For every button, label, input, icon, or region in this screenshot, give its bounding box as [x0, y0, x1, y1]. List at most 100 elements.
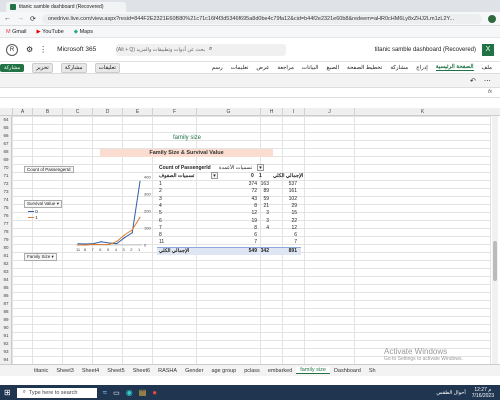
sheet-tab[interactable]: family size — [296, 367, 330, 374]
row-header-cell[interactable]: 72 — [0, 180, 12, 188]
file-explorer-icon[interactable]: ▤ — [139, 388, 147, 397]
share-green-button[interactable]: مشاركة — [0, 63, 25, 72]
row-header-cell[interactable]: 77 — [0, 220, 12, 228]
row-header-cell[interactable]: 90 — [0, 324, 12, 332]
row-header-cell[interactable]: 67 — [0, 140, 12, 148]
share-button[interactable]: مشاركة — [60, 62, 87, 73]
bookmark-maps[interactable]: ◆ Maps — [74, 29, 93, 35]
tab-review[interactable]: مراجعة — [277, 65, 294, 71]
row-header-cell[interactable]: 89 — [0, 316, 12, 324]
browser-tab[interactable]: titanic samble dashboard (Recovered) — [6, 2, 126, 12]
forward-icon[interactable]: → — [17, 15, 24, 22]
tab-help[interactable]: تعليمات — [231, 65, 249, 71]
tab-share[interactable]: مشاركة — [390, 65, 408, 71]
row-header-cell[interactable]: 88 — [0, 308, 12, 316]
profile-icon[interactable] — [488, 14, 496, 23]
edge-icon[interactable]: ◉ — [126, 388, 133, 397]
column-header-cell[interactable]: D — [92, 108, 122, 116]
url-field[interactable]: onedrive.live.com/view.aspx?resid=844F2E… — [41, 13, 482, 24]
column-header-cell[interactable]: C — [62, 108, 92, 116]
row-header-cell[interactable]: 85 — [0, 284, 12, 292]
tab-draw[interactable]: رسم — [212, 65, 223, 71]
sheet-tab[interactable]: Dashboard — [330, 368, 365, 374]
column-header-cell[interactable]: H — [260, 108, 282, 116]
row-header-cell[interactable]: 80 — [0, 244, 12, 252]
comments-button[interactable]: تعليقات — [94, 62, 120, 73]
column-header-cell[interactable]: K — [354, 108, 490, 116]
row-header-cell[interactable]: 87 — [0, 300, 12, 308]
tab-home[interactable]: الصفحة الرئيسية — [435, 64, 474, 71]
row-header-cell[interactable]: 94 — [0, 356, 12, 364]
clock[interactable]: 12:27 م 7/16/2023 — [472, 387, 494, 399]
row-header-cell[interactable]: 82 — [0, 260, 12, 268]
sheet-tab[interactable]: Sheet5 — [103, 368, 128, 374]
sheet-tab[interactable]: pclass — [240, 368, 264, 374]
row-header-cell[interactable]: 79 — [0, 236, 12, 244]
row-header-cell[interactable]: 69 — [0, 156, 12, 164]
search-box[interactable]: ⌕ بحث عن أدوات وتطبيقات والمزيد (Alt + Q… — [116, 43, 287, 56]
row-header-cell[interactable]: 84 — [0, 276, 12, 284]
weather-text[interactable]: أحوال الطقس — [436, 390, 465, 396]
app-launcher-icon[interactable]: ⋮ — [39, 45, 47, 54]
sheet-tab[interactable]: Gender — [181, 368, 207, 374]
bookmark-youtube[interactable]: ▶ YouTube — [37, 29, 64, 35]
sheet-tab[interactable]: Sh — [365, 368, 380, 374]
pivot-chart[interactable]: Count of PassengerId Survival Value ▾ 0 … — [20, 165, 152, 261]
tab-formulas[interactable]: الصيغ — [326, 65, 339, 71]
row-header-cell[interactable]: 71 — [0, 172, 12, 180]
tab-view[interactable]: عرض — [256, 65, 269, 71]
sheet-tab[interactable]: titanic — [30, 368, 52, 374]
row-header-cell[interactable]: 91 — [0, 332, 12, 340]
column-header-cell[interactable]: E — [122, 108, 152, 116]
pivot-table[interactable]: Count of PassengerId تسميات الأعمدة ▾ تس… — [157, 164, 303, 256]
chrome-icon[interactable]: ● — [152, 388, 157, 397]
document-title[interactable]: titanic samble dashboard (Recovered) — [375, 47, 476, 53]
scroll-thumb[interactable] — [493, 241, 497, 281]
editing-mode-button[interactable]: تحرير — [32, 62, 53, 73]
row-header-cell[interactable]: 76 — [0, 212, 12, 220]
taskbar-search[interactable]: ⌕ Type here to search — [16, 387, 97, 398]
row-header-cell[interactable]: 73 — [0, 188, 12, 196]
sheet-tab[interactable]: RASHA — [154, 368, 181, 374]
tab-insert[interactable]: إدراج — [416, 65, 428, 71]
account-avatar[interactable]: R — [6, 43, 18, 56]
windows-start-icon[interactable]: ⊞ — [4, 388, 11, 397]
tab-page-layout[interactable]: تخطيط الصفحة — [347, 65, 382, 71]
tab-data[interactable]: البيانات — [302, 65, 319, 71]
column-header-cell[interactable]: B — [32, 108, 62, 116]
formula-bar[interactable]: fx — [0, 88, 500, 98]
row-header-cell[interactable]: 83 — [0, 268, 12, 276]
row-header-cell[interactable]: 70 — [0, 164, 12, 172]
sheet-tab[interactable]: embarked — [264, 368, 296, 374]
sheet-tab[interactable]: age group — [207, 368, 240, 374]
row-header-cell[interactable]: 64 — [0, 116, 12, 124]
settings-icon[interactable]: ⚙ — [26, 45, 33, 54]
reload-icon[interactable]: ⟳ — [30, 15, 36, 23]
undo-icon[interactable]: ↶ — [470, 77, 476, 85]
row-header-cell[interactable]: 66 — [0, 132, 12, 140]
back-icon[interactable]: ← — [4, 15, 11, 22]
column-header-cell[interactable]: A — [12, 108, 32, 116]
column-header-cell[interactable]: G — [196, 108, 260, 116]
column-header-cell[interactable]: J — [304, 108, 354, 116]
row-header-cell[interactable]: 92 — [0, 340, 12, 348]
row-field-dropdown-icon[interactable]: ▾ — [211, 172, 218, 179]
filter-dropdown-icon[interactable]: ▾ — [257, 164, 264, 171]
sheet-tab[interactable]: Sheet3 — [52, 368, 77, 374]
row-header-cell[interactable]: 68 — [0, 148, 12, 156]
bookmark-gmail[interactable]: M Gmail — [6, 29, 27, 35]
row-header-cell[interactable]: 86 — [0, 292, 12, 300]
row-header-cell[interactable]: 93 — [0, 348, 12, 356]
row-header-cell[interactable]: 81 — [0, 252, 12, 260]
dolphin-icon[interactable]: ≈ — [103, 388, 107, 397]
row-header-cell[interactable]: 75 — [0, 204, 12, 212]
vertical-scrollbar[interactable] — [492, 116, 498, 364]
tab-file[interactable]: ملف — [482, 65, 492, 71]
sheet-tab[interactable]: Sheet4 — [78, 368, 103, 374]
column-header-cell[interactable]: F — [152, 108, 196, 116]
task-view-icon[interactable]: ▭ — [113, 389, 120, 397]
more-options-icon[interactable]: ⋯ — [484, 77, 491, 85]
sheet-tab[interactable]: Sheet6 — [129, 368, 154, 374]
column-header-cell[interactable]: I — [282, 108, 304, 116]
row-header-cell[interactable]: 74 — [0, 196, 12, 204]
